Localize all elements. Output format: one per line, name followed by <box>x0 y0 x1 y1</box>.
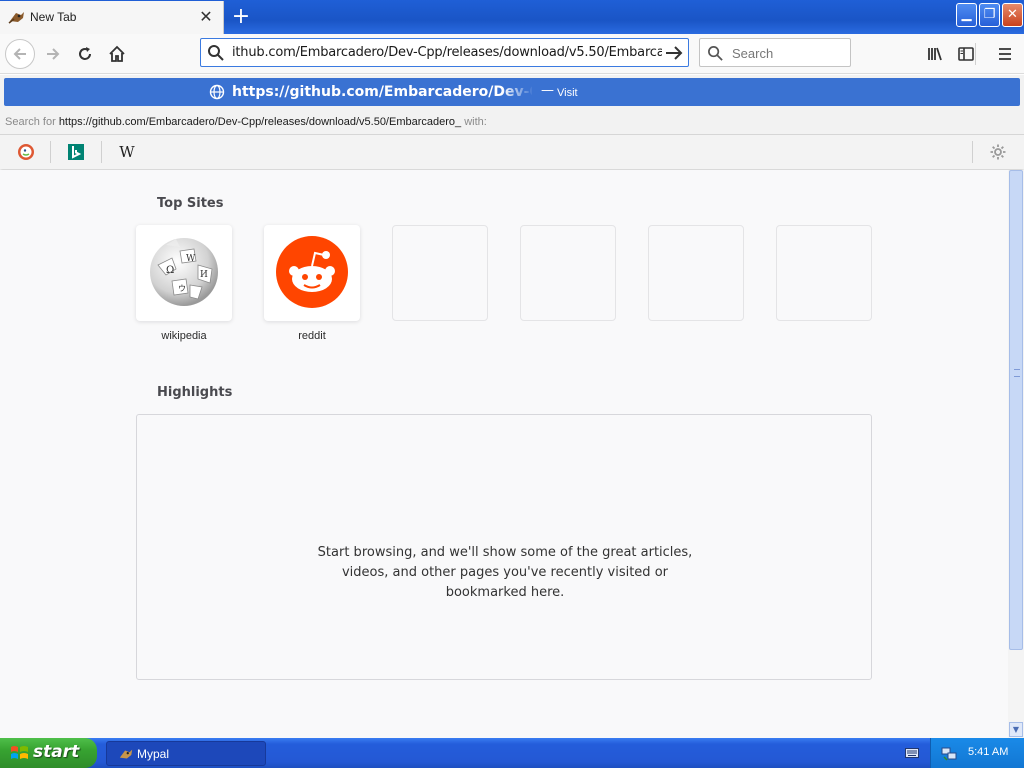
wikipedia-icon: W <box>119 143 135 161</box>
visit-label: Visit <box>557 87 578 99</box>
bing-icon <box>68 144 84 160</box>
url-fade <box>502 80 534 104</box>
keyboard-icon[interactable] <box>905 747 919 759</box>
reddit-icon <box>276 236 348 308</box>
forward-arrow-icon <box>47 48 60 60</box>
gear-icon <box>990 144 1006 160</box>
wikipedia-globe-icon: Ω W И ウ <box>150 238 218 306</box>
maximize-button[interactable]: ❐ <box>979 3 1000 27</box>
new-tab-page: Top Sites Ω W И ウ wikipedia reddit Highl… <box>0 170 1008 738</box>
back-arrow-icon <box>13 48 26 60</box>
top-site-label-wikipedia: wikipedia <box>161 330 207 342</box>
start-button[interactable]: start <box>0 738 97 768</box>
library-icon <box>928 47 942 61</box>
menu-button[interactable] <box>990 39 1020 69</box>
mypal-app-icon <box>119 749 133 759</box>
close-window-button[interactable]: ✕ <box>1002 3 1023 27</box>
hamburger-menu-icon <box>999 48 1011 60</box>
sidebar-button[interactable] <box>951 39 981 69</box>
navigation-toolbar: ithub.com/Embarcadero/Dev-Cpp/releases/d… <box>0 34 1024 74</box>
top-sites-title: Top Sites <box>157 196 224 211</box>
svg-text:Ω: Ω <box>166 265 174 276</box>
scroll-down-button[interactable]: ▼ <box>1009 722 1023 737</box>
engine-separator <box>972 141 973 163</box>
highlights-message: Start browsing, and we'll show some of t… <box>317 545 693 600</box>
taskbar: start Mypal 5:41 AM <box>0 738 1024 768</box>
search-icon <box>708 46 723 61</box>
minimize-button[interactable]: ▁ <box>956 3 977 27</box>
sidebar-icon <box>958 47 974 61</box>
start-label: start <box>33 742 80 762</box>
scrollbar-thumb[interactable] <box>1009 170 1023 650</box>
search-bar[interactable]: Search <box>699 38 851 67</box>
search-for-query: https://github.com/Embarcadero/Dev-Cpp/r… <box>58 116 462 128</box>
toolbar-separator <box>975 43 976 65</box>
visit-suggestion-row[interactable]: https://github.com/Embarcadero/Dev-Cpp/r… <box>4 78 1020 106</box>
system-tray: 5:41 AM <box>930 738 1024 768</box>
library-button[interactable] <box>920 39 950 69</box>
wikipedia-engine-button[interactable]: W <box>115 140 139 164</box>
svg-text:И: И <box>200 270 208 280</box>
top-site-empty-slot <box>776 225 872 321</box>
tab-strip: New Tab ✕ + ▁ ❐ ✕ <box>0 0 1024 34</box>
url-autocomplete-popup: https://github.com/Embarcadero/Dev-Cpp/r… <box>0 75 1024 169</box>
windows-flag-icon <box>11 746 28 759</box>
svg-text:ウ: ウ <box>178 284 186 293</box>
search-icon <box>208 45 224 61</box>
go-arrow-icon[interactable] <box>663 42 685 64</box>
suggestion-url: https://github.com/Embarcadero/Dev-Cpp/r… <box>232 84 532 100</box>
top-site-tile-wikipedia[interactable]: Ω W И ウ <box>136 225 232 321</box>
tab-close-icon[interactable]: ✕ <box>198 9 214 25</box>
new-tab-button[interactable]: + <box>228 4 254 30</box>
scrollbar-grip <box>1014 369 1020 377</box>
search-for-prefix: Search for <box>5 116 56 128</box>
url-input[interactable]: ithub.com/Embarcadero/Dev-Cpp/releases/d… <box>232 45 662 60</box>
search-settings-button[interactable] <box>986 140 1010 164</box>
tab-title: New Tab <box>30 10 77 24</box>
forward-button[interactable] <box>38 39 68 69</box>
reload-icon <box>79 47 91 60</box>
top-site-empty-slot <box>392 225 488 321</box>
reload-button[interactable] <box>70 39 100 69</box>
mypal-favicon-icon <box>8 12 24 24</box>
search-placeholder: Search <box>732 46 774 61</box>
top-site-empty-slot <box>520 225 616 321</box>
vertical-scrollbar[interactable]: ▼ <box>1008 170 1024 738</box>
engine-separator <box>50 141 51 163</box>
engine-separator <box>101 141 102 163</box>
search-for-row: Search for https://github.com/Embarcader… <box>5 116 487 128</box>
top-site-tile-reddit[interactable] <box>264 225 360 321</box>
suggestion-dash: — <box>541 83 554 98</box>
taskbar-item-mypal[interactable]: Mypal <box>106 741 266 766</box>
top-site-label-reddit: reddit <box>298 330 326 342</box>
highlights-title: Highlights <box>157 385 233 400</box>
back-button[interactable] <box>5 39 35 69</box>
screen: New Tab ✕ + ▁ ❐ ✕ ithub.com/Embarcadero/… <box>0 0 1024 768</box>
duckduckgo-icon <box>18 144 34 160</box>
network-icon[interactable] <box>941 745 957 761</box>
duckduckgo-engine-button[interactable] <box>14 140 38 164</box>
globe-icon <box>209 84 225 100</box>
bing-engine-button[interactable] <box>64 140 88 164</box>
home-icon <box>109 45 125 62</box>
one-off-search-engines: W <box>0 134 1024 169</box>
url-bar[interactable]: ithub.com/Embarcadero/Dev-Cpp/releases/d… <box>200 38 689 67</box>
clock: 5:41 AM <box>968 746 1009 758</box>
svg-text:W: W <box>186 254 196 264</box>
highlights-empty-state: Start browsing, and we'll show some of t… <box>136 414 872 680</box>
top-site-empty-slot <box>648 225 744 321</box>
home-button[interactable] <box>102 39 132 69</box>
tab-new-tab[interactable]: New Tab ✕ <box>0 1 224 34</box>
taskbar-item-label: Mypal <box>137 747 170 761</box>
search-for-suffix: with: <box>464 116 487 128</box>
